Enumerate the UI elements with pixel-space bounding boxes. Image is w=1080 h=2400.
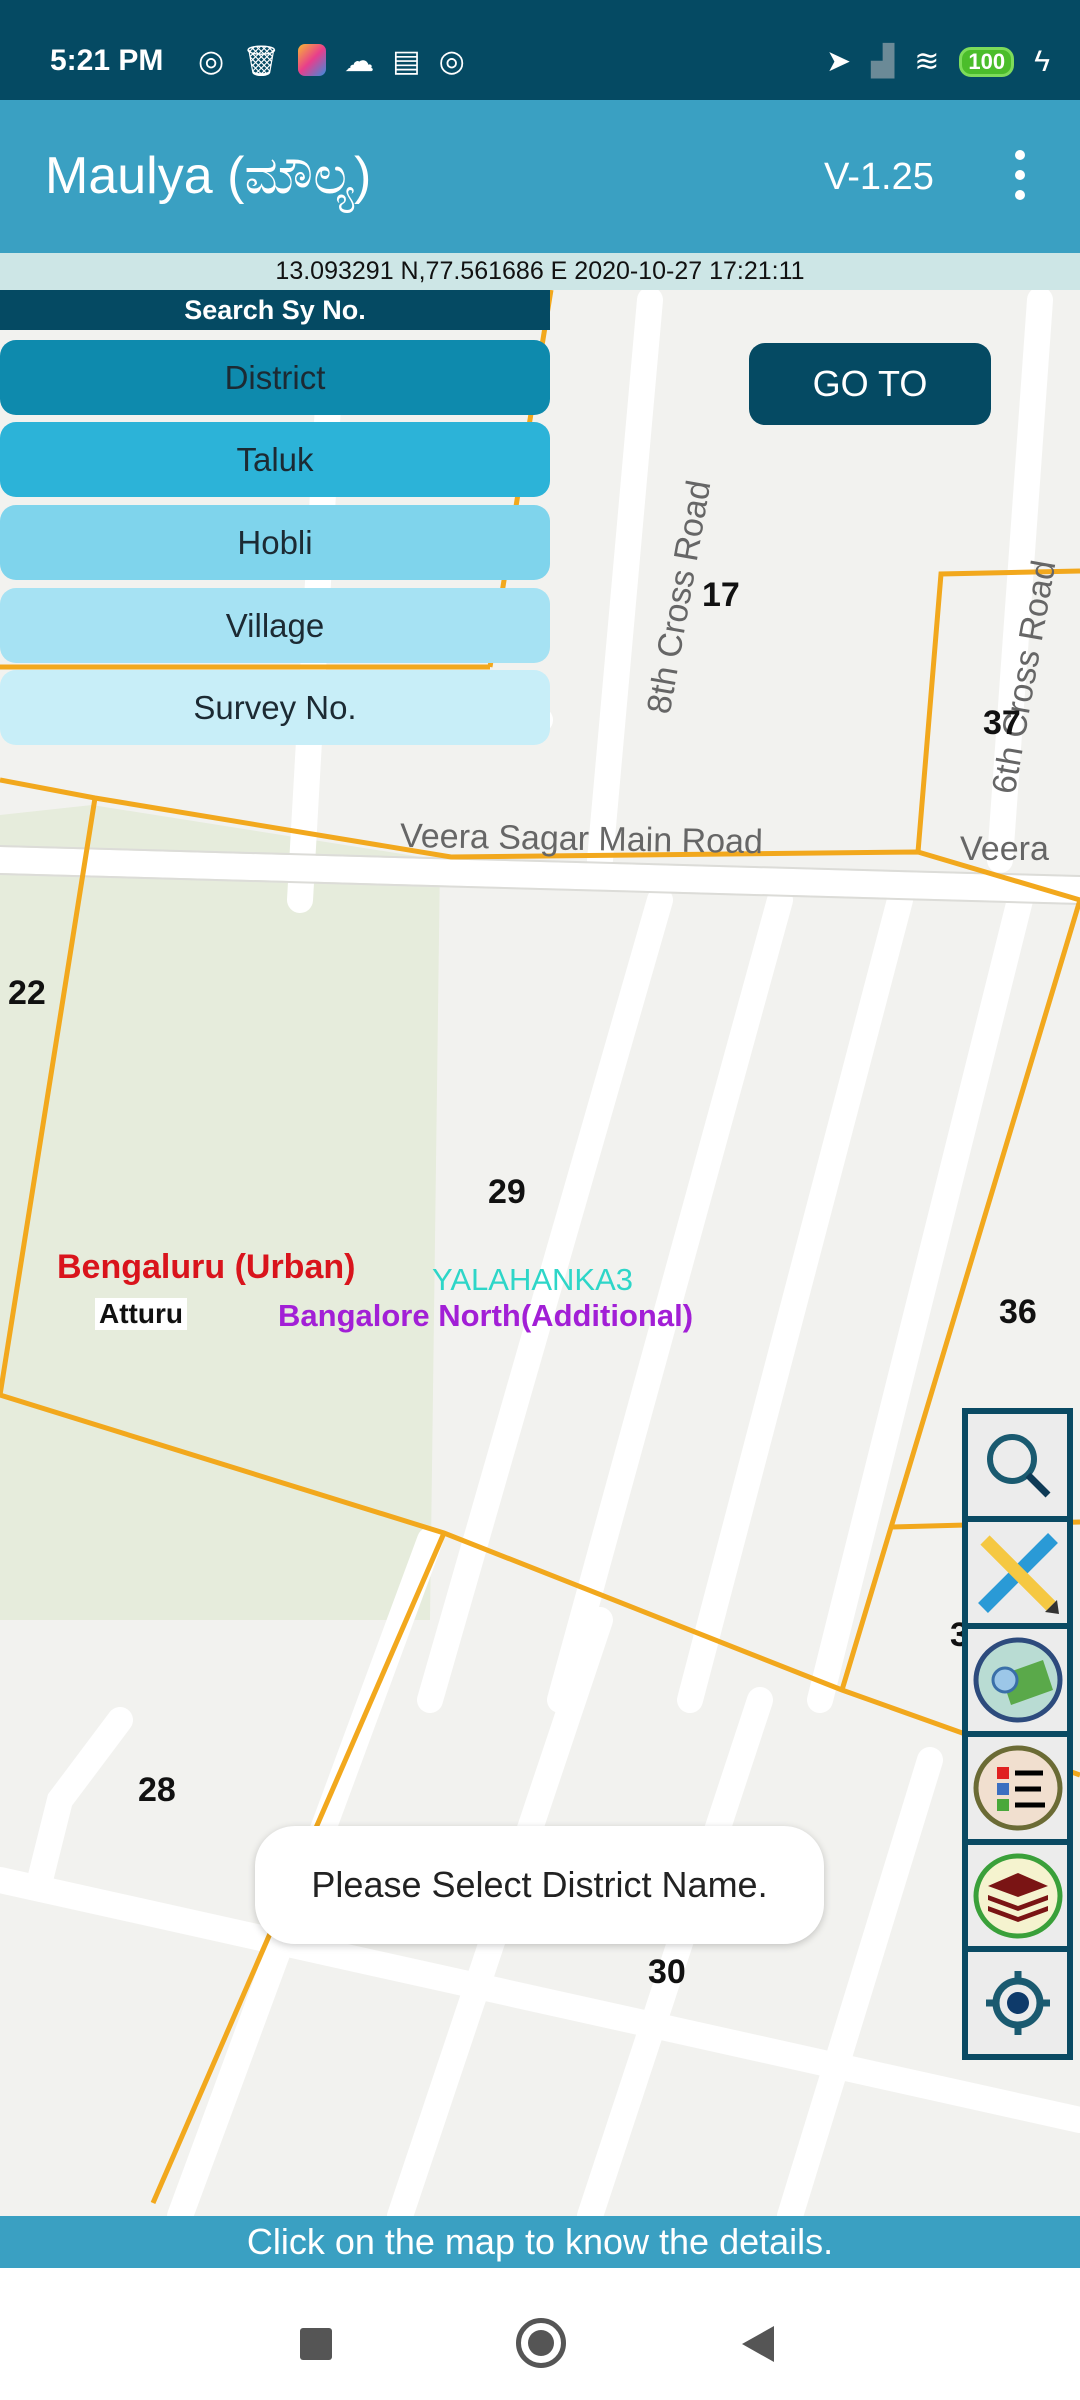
sync-icon: ◎ <box>438 45 465 78</box>
status-time: 5:21 PM <box>50 44 164 77</box>
layers-icon[interactable] <box>968 1844 1067 1947</box>
parcel-number[interactable]: 28 <box>138 1771 176 1810</box>
village-label: Atturu <box>95 1298 187 1330</box>
taluk-label: Bangalore North(Additional) <box>278 1298 694 1333</box>
app-bar: Maulya (ಮೌಲ್ಯ) V-1.25 <box>0 100 1080 253</box>
measure-icon[interactable] <box>968 1521 1067 1624</box>
map-toolbar <box>962 1408 1073 2060</box>
app-icon <box>298 44 327 76</box>
cloud-icon: ☁ <box>344 45 375 78</box>
search-zoom-icon[interactable] <box>968 1414 1067 1516</box>
app-title: Maulya (ಮೌಲ್ಯ) <box>45 147 372 205</box>
hobli-select[interactable]: Hobli <box>0 505 550 580</box>
sync-icon: ◎ <box>198 45 225 78</box>
parcel-number[interactable]: 17 <box>702 576 740 615</box>
parcel-number[interactable]: 29 <box>488 1173 526 1212</box>
signal-icon: ▟ <box>871 45 895 78</box>
road-label: Veera Sagar Main Road <box>399 816 764 862</box>
status-bar: 5:21 PM ◎ 🗑 ☁ ▤ ◎ ➤ ▟ ≋ 100 ϟ <box>0 0 1080 100</box>
more-vert-icon[interactable] <box>1005 150 1035 200</box>
search-sy-header: Search Sy No. <box>0 290 550 330</box>
wifi-icon: ≋ <box>914 45 940 78</box>
hobli-label: YALAHANKA3 <box>432 1262 634 1297</box>
parcel-number[interactable]: 37 <box>983 704 1021 743</box>
version-label: V-1.25 <box>824 156 934 198</box>
battery-icon: 100 <box>959 46 1015 77</box>
legend-icon[interactable] <box>968 1737 1067 1839</box>
info-bar: Click on the map to know the details. <box>0 2216 1080 2268</box>
coordinate-readout: 13.093291 N,77.561686 E 2020-10-27 17:21… <box>0 253 1080 290</box>
go-to-button[interactable]: GO TO <box>749 343 991 425</box>
back-button[interactable] <box>742 2326 774 2362</box>
calendar-icon: ▤ <box>392 45 421 78</box>
toast-message: Please Select District Name. <box>255 1826 824 1944</box>
map-search-icon[interactable] <box>968 1629 1067 1732</box>
navigation-bar <box>0 2268 1080 2400</box>
park-area <box>0 805 440 1620</box>
village-select[interactable]: Village <box>0 588 550 663</box>
district-select[interactable]: District <box>0 340 550 415</box>
parcel-number[interactable]: 22 <box>8 974 46 1013</box>
my-location-icon[interactable] <box>968 1952 1067 2055</box>
location-icon: ➤ <box>826 45 852 78</box>
parcel-number[interactable]: 30 <box>648 1953 686 1992</box>
recents-button[interactable] <box>300 2328 332 2360</box>
trash-icon: 🗑 <box>242 45 281 78</box>
road-label: Veera <box>960 830 1049 868</box>
home-button[interactable] <box>516 2318 566 2368</box>
charging-icon: ϟ <box>1034 44 1050 78</box>
parcel-number[interactable]: 36 <box>999 1293 1037 1332</box>
district-label: Bengaluru (Urban) <box>57 1248 356 1286</box>
taluk-select[interactable]: Taluk <box>0 422 550 497</box>
survey-no-select[interactable]: Survey No. <box>0 670 550 745</box>
